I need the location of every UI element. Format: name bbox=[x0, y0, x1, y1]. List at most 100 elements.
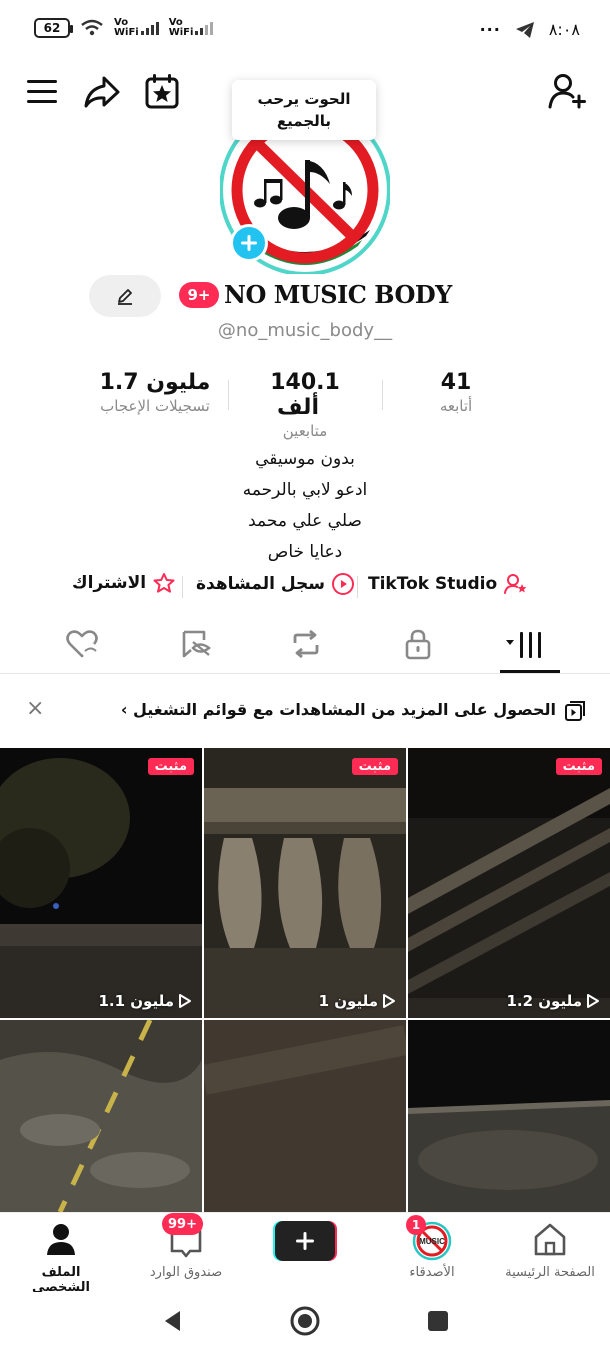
playlist-promo-banner[interactable]: × الحصول على المزيد من المشاهدات مع قوائ… bbox=[0, 690, 610, 734]
star-sparkle-icon bbox=[153, 573, 175, 593]
recents-icon[interactable] bbox=[426, 1308, 450, 1334]
hamburger-icon bbox=[27, 80, 57, 103]
followers-stat[interactable]: 140.1 ألف متابعين bbox=[240, 370, 370, 440]
video-thumbnail[interactable] bbox=[0, 1020, 202, 1212]
watch-history-link[interactable]: سجل المشاهدة bbox=[196, 572, 355, 596]
clock: ٨:٠٨ bbox=[548, 20, 580, 39]
subscribe-link[interactable]: الاشتراك bbox=[72, 572, 176, 594]
tab-private[interactable] bbox=[398, 626, 438, 662]
following-count: 41 bbox=[440, 370, 472, 395]
profile-avatar[interactable] bbox=[219, 104, 391, 276]
add-story-button[interactable] bbox=[230, 224, 268, 262]
promo-text[interactable]: الحصول على المزيد من المشاهدات مع قوائم … bbox=[121, 700, 556, 719]
nav-home[interactable]: الصفحة الرئيسية bbox=[500, 1221, 600, 1280]
creator-star-icon bbox=[504, 574, 527, 594]
videos-grid-icon bbox=[506, 632, 541, 658]
view-count: 1 مليون bbox=[319, 992, 396, 1010]
nav-inbox-label: صندوق الوارد bbox=[149, 1265, 223, 1280]
heart-hidden-icon bbox=[66, 630, 98, 658]
thumbnail-image bbox=[0, 1020, 202, 1212]
vowifi-indicator-1: Vo WiFi bbox=[114, 18, 159, 38]
inbox-icon-wrap: 99+ bbox=[162, 1213, 206, 1261]
view-count-value: 1 مليون bbox=[318, 992, 378, 1010]
create-button[interactable] bbox=[273, 1221, 337, 1261]
thumbnail-image bbox=[204, 1020, 406, 1212]
tab-favorites[interactable] bbox=[176, 626, 216, 662]
likes-stat[interactable]: 1.7 مليون تسجيلات الإعجاب bbox=[92, 370, 218, 415]
subscribe-label: الاشتراك bbox=[72, 573, 147, 593]
video-grid: مثبت 1.2 مليون مثبت 1 مليون مثبت 1.1 ملي… bbox=[0, 748, 610, 1212]
following-stat[interactable]: 41 أتابعه bbox=[420, 370, 492, 415]
back-icon[interactable] bbox=[160, 1308, 186, 1334]
svg-text:MUSIC: MUSIC bbox=[419, 1237, 445, 1246]
tooltip-line-2: بالجميع bbox=[276, 112, 332, 130]
nav-friends[interactable]: MUSIC 1 الأصدقاء bbox=[392, 1215, 472, 1280]
pinned-badge: مثبت bbox=[555, 758, 602, 775]
close-icon[interactable]: × bbox=[26, 696, 44, 721]
view-count-value: 1.1 مليون bbox=[98, 992, 174, 1010]
profile-icon bbox=[47, 1224, 75, 1255]
following-label: أتابعه bbox=[439, 397, 473, 415]
calendar-star-icon bbox=[145, 74, 179, 109]
profile-stats: 1.7 مليون تسجيلات الإعجاب 140.1 ألف متاب… bbox=[0, 370, 610, 440]
view-count: 1.1 مليون bbox=[98, 992, 192, 1010]
play-icon bbox=[383, 994, 395, 1008]
nav-inbox[interactable]: 99+ صندوق الوارد bbox=[138, 1213, 234, 1280]
likes-count: 1.7 مليون bbox=[99, 370, 211, 395]
active-tab-indicator bbox=[500, 670, 560, 673]
view-count-value: 1.2 مليون bbox=[506, 992, 582, 1010]
profile-tabs bbox=[0, 618, 610, 674]
menu-button[interactable] bbox=[24, 70, 64, 114]
status-tooltip[interactable]: الحوت يرحب بالجميع bbox=[232, 80, 376, 140]
tab-liked[interactable] bbox=[62, 626, 102, 662]
notification-badge[interactable]: 9+ bbox=[179, 282, 219, 308]
pencil-icon bbox=[118, 289, 132, 305]
plus-icon bbox=[241, 235, 257, 251]
wifi-icon bbox=[81, 19, 103, 36]
calendar-button[interactable] bbox=[142, 70, 182, 114]
edit-profile-button[interactable] bbox=[89, 275, 161, 317]
status-bar: 62 Vo WiFi Vo WiFi ··· ٨:٠٨ bbox=[0, 0, 610, 62]
link-divider bbox=[357, 576, 358, 598]
thumbnail-image bbox=[408, 748, 610, 1018]
tab-reposts[interactable] bbox=[286, 626, 326, 662]
video-thumbnail[interactable] bbox=[204, 1020, 406, 1212]
followers-value: 140.1 bbox=[270, 370, 340, 395]
video-thumbnail[interactable]: مثبت 1.2 مليون bbox=[408, 748, 610, 1018]
video-thumbnail[interactable]: مثبت 1 مليون bbox=[204, 748, 406, 1018]
share-button[interactable] bbox=[82, 70, 122, 114]
view-count: 1.2 مليون bbox=[506, 992, 600, 1010]
nav-home-label: الصفحة الرئيسية bbox=[505, 1265, 595, 1280]
lock-icon bbox=[405, 629, 431, 660]
video-thumbnail[interactable]: مثبت 1.1 مليون bbox=[0, 748, 202, 1018]
vowifi-indicator-2: Vo WiFi bbox=[169, 18, 214, 38]
repost-icon bbox=[293, 629, 319, 659]
home-circle-icon[interactable] bbox=[290, 1306, 320, 1336]
friends-avatar: MUSIC 1 bbox=[406, 1215, 452, 1261]
tab-videos[interactable] bbox=[500, 626, 550, 662]
thumbnail-image bbox=[204, 748, 406, 1018]
profile-name-row: 9+ NO MUSIC BODY bbox=[0, 275, 610, 318]
play-circle-icon bbox=[332, 573, 354, 595]
share-icon bbox=[84, 76, 120, 108]
bio-line: ادعو لابي بالرحمه bbox=[242, 480, 368, 500]
system-navigation-bar bbox=[0, 1292, 610, 1356]
followers-count: 140.1 ألف bbox=[240, 370, 370, 420]
likes-label: تسجيلات الإعجاب bbox=[100, 397, 210, 415]
watch-history-label: سجل المشاهدة bbox=[196, 574, 325, 594]
link-divider bbox=[182, 576, 183, 598]
nav-profile[interactable]: الملف الشخصي bbox=[14, 1221, 108, 1295]
play-icon bbox=[587, 994, 599, 1008]
add-friend-button[interactable] bbox=[546, 70, 586, 114]
followers-unit: ألف bbox=[276, 395, 319, 420]
inbox-badge: 99+ bbox=[162, 1213, 203, 1235]
play-icon bbox=[179, 994, 191, 1008]
video-thumbnail[interactable] bbox=[408, 1020, 610, 1212]
profile-bio: بدون موسيقي ادعو لابي بالرحمه صلي علي مح… bbox=[0, 444, 610, 568]
profile-name: NO MUSIC BODY bbox=[224, 280, 452, 309]
tooltip-line-1: الحوت يرحب bbox=[257, 90, 351, 108]
tiktok-studio-link[interactable]: TikTok Studio bbox=[368, 572, 529, 596]
bottom-nav: الصفحة الرئيسية MUSIC 1 الأصدقاء 99+ صند… bbox=[0, 1212, 610, 1295]
add-user-icon bbox=[548, 74, 586, 109]
playlist-icon bbox=[565, 701, 585, 721]
